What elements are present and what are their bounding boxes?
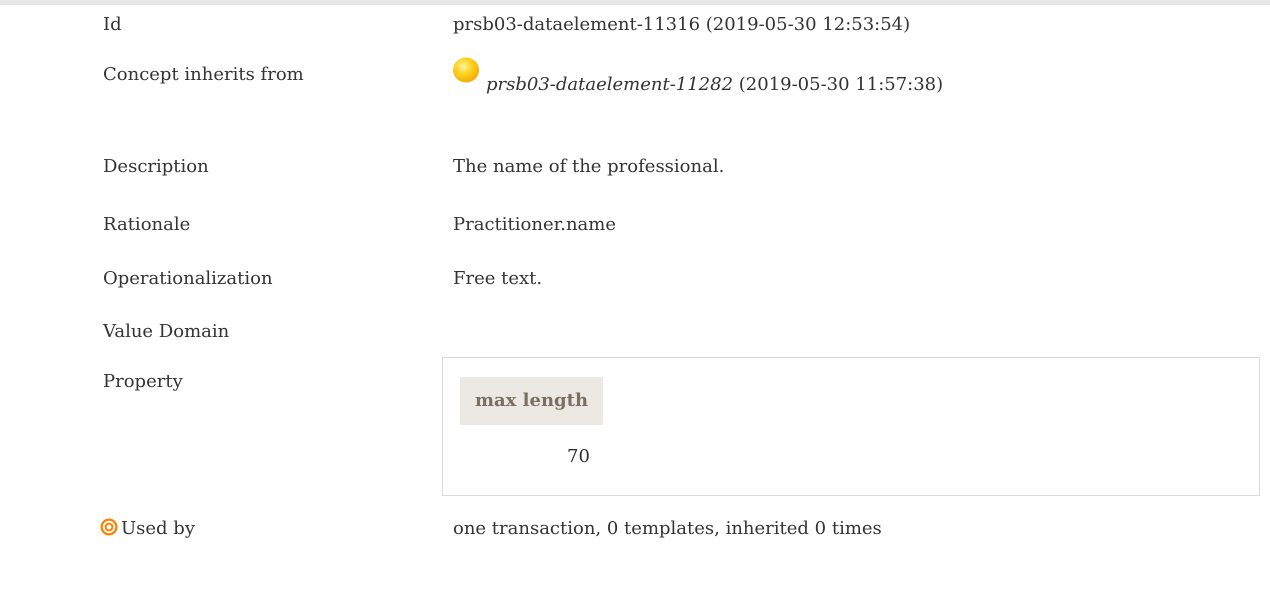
- value-domain-label: Value Domain: [103, 321, 230, 342]
- operationalization-label: Operationalization: [103, 268, 273, 289]
- concept-inherits-from-value: prsb03-dataelement-11282 (2019-05-30 11:…: [453, 57, 944, 95]
- rationale-label: Rationale: [103, 214, 191, 235]
- operationalization-value: Free text.: [453, 268, 543, 289]
- property-table: max length 70: [442, 357, 1260, 496]
- inherited-concept-link[interactable]: prsb03-dataelement-11282: [486, 74, 733, 95]
- property-label: Property: [103, 371, 183, 392]
- concept-inherits-from-label: Concept inherits from: [103, 64, 304, 85]
- id-value: prsb03-dataelement-11316 (2019-05-30 12:…: [453, 14, 911, 35]
- description-label: Description: [103, 156, 209, 177]
- used-by-value: one transaction, 0 templates, inherited …: [453, 518, 882, 539]
- rationale-value: Practitioner.name: [453, 214, 616, 235]
- description-value: The name of the professional.: [453, 156, 725, 177]
- inherited-concept-date: (2019-05-30 11:57:38): [733, 74, 944, 95]
- used-by-label: Used by: [121, 518, 195, 539]
- top-bar: [0, 0, 1270, 5]
- property-header-max-length: max length: [460, 377, 603, 425]
- id-label: Id: [103, 14, 122, 35]
- target-icon: [100, 518, 118, 536]
- used-by-label-wrap: Used by: [100, 518, 195, 539]
- property-value-max-length: 70: [567, 446, 590, 467]
- yellow-ball-icon: [453, 57, 479, 93]
